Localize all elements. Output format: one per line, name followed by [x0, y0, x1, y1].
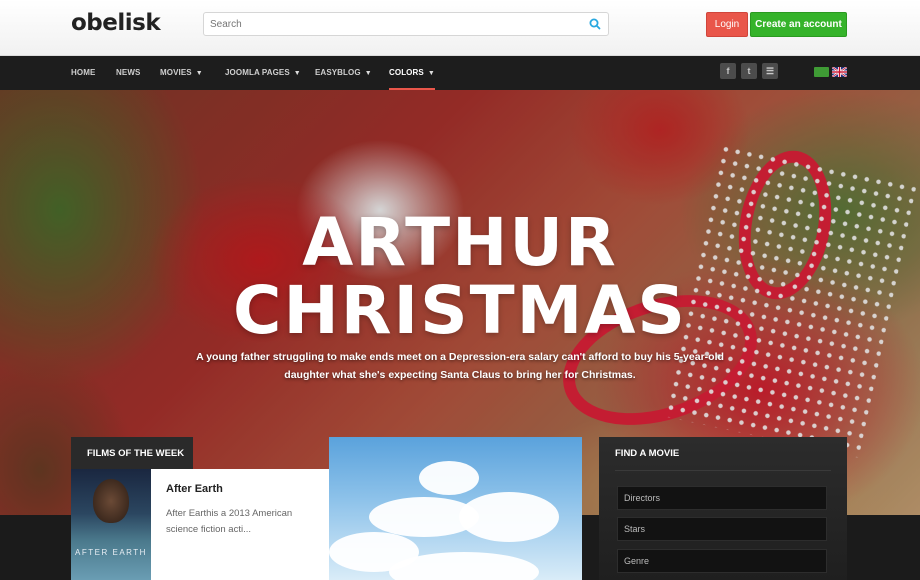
nav-item-joomla-pages[interactable]: JOOMLA PAGES ▼: [225, 56, 301, 90]
twitter-icon[interactable]: t: [741, 63, 757, 79]
nav-item-colors[interactable]: COLORS ▼: [389, 56, 435, 90]
find-movie-panel: FIND A MOVIE Directors Stars Genre: [599, 437, 847, 580]
search-box[interactable]: [203, 12, 609, 36]
chevron-down-icon: ▼: [427, 70, 435, 77]
hero-title-line1: ARTHUR: [302, 204, 618, 281]
arabic-flag-icon[interactable]: [814, 67, 829, 77]
facebook-icon[interactable]: f: [720, 63, 736, 79]
cloud: [419, 461, 479, 495]
search-input[interactable]: [204, 13, 574, 35]
cloud: [459, 492, 559, 542]
nav-label: MOVIES: [160, 68, 192, 77]
rss-icon[interactable]: ☰: [762, 63, 778, 79]
film-description: After Earthis a 2013 American science fi…: [166, 508, 293, 535]
site-header: obelisk Login Create an account: [0, 0, 920, 56]
create-account-button[interactable]: Create an account: [750, 12, 847, 37]
hero-subtitle: A young father struggling to make ends m…: [196, 351, 724, 381]
nav-label: EASYBLOG: [315, 68, 361, 77]
site-logo[interactable]: obelisk: [71, 10, 161, 36]
english-flag-icon[interactable]: [832, 67, 847, 77]
login-button[interactable]: Login: [706, 12, 748, 37]
nav-label: NEWS: [116, 68, 141, 77]
chevron-down-icon: ▼: [364, 70, 372, 77]
nav-label: COLORS: [389, 68, 424, 77]
poster-face: [93, 479, 129, 523]
stars-field[interactable]: Stars: [617, 517, 827, 541]
films-of-week-heading: FILMS OF THE WEEK: [71, 437, 193, 469]
nav-item-easyblog[interactable]: EASYBLOG ▼: [315, 56, 372, 90]
directors-field[interactable]: Directors: [617, 486, 827, 510]
nav-label: JOOMLA PAGES: [225, 68, 290, 77]
chevron-down-icon: ▼: [293, 70, 301, 77]
hero-title-line2: CHRISTMAS: [233, 272, 687, 349]
find-movie-heading: FIND A MOVIE: [615, 448, 680, 459]
nav-label: HOME: [71, 68, 96, 77]
genre-field[interactable]: Genre: [617, 549, 827, 573]
nav-item-home[interactable]: HOME: [71, 56, 95, 90]
nav-item-news[interactable]: NEWS: [116, 56, 140, 90]
divider: [615, 470, 831, 471]
nav-item-movies[interactable]: MOVIES ▼: [160, 56, 203, 90]
poster-title: AFTER EARTH: [75, 548, 147, 557]
featured-photo[interactable]: [329, 437, 582, 580]
movie-poster[interactable]: AFTER EARTH: [71, 469, 151, 580]
search-icon[interactable]: [588, 17, 602, 31]
film-title-link[interactable]: After Earth: [166, 483, 223, 495]
chevron-down-icon: ▼: [195, 70, 203, 77]
